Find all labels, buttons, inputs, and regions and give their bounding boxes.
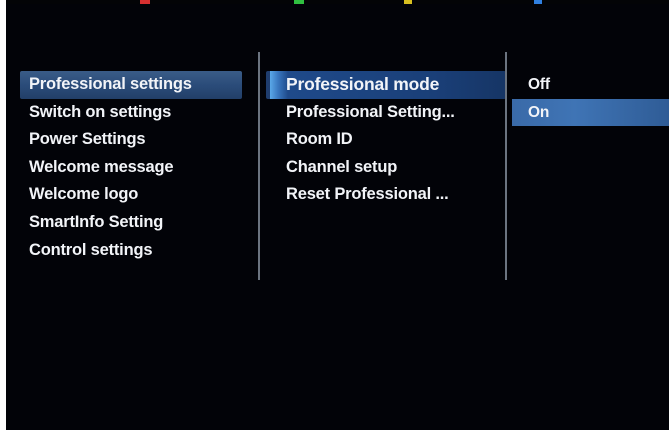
- column-divider-1: [258, 52, 260, 280]
- tv-screen: Professional settings Switch on settings…: [6, 0, 669, 430]
- menu-item-professional-setting[interactable]: Professional Setting...: [266, 99, 506, 127]
- option-on[interactable]: On: [512, 98, 669, 127]
- professional-mode-options: Off On: [512, 71, 669, 127]
- menu-item-reset-professional[interactable]: Reset Professional ...: [266, 181, 506, 209]
- menu-item-welcome-logo[interactable]: Welcome logo: [20, 181, 242, 209]
- menu-item-channel-setup[interactable]: Channel setup: [266, 154, 506, 182]
- menu-item-professional-settings[interactable]: Professional settings: [20, 71, 242, 99]
- color-key-strip: [6, 0, 669, 4]
- settings-category-list: Professional settings Switch on settings…: [20, 71, 242, 264]
- red-key-indicator: [140, 0, 150, 4]
- column-divider-2: [505, 52, 507, 280]
- blue-key-indicator: [534, 0, 542, 4]
- option-off[interactable]: Off: [512, 71, 669, 99]
- professional-settings-submenu: Professional mode Professional Setting..…: [266, 71, 506, 209]
- menu-item-smartinfo-setting[interactable]: SmartInfo Setting: [20, 209, 242, 237]
- menu-item-control-settings[interactable]: Control settings: [20, 237, 242, 265]
- menu-item-professional-mode[interactable]: Professional mode: [266, 71, 506, 99]
- yellow-key-indicator: [404, 0, 412, 4]
- menu-item-power-settings[interactable]: Power Settings: [20, 126, 242, 154]
- menu-item-welcome-message[interactable]: Welcome message: [20, 154, 242, 182]
- menu-item-switch-on-settings[interactable]: Switch on settings: [20, 99, 242, 127]
- menu-item-room-id[interactable]: Room ID: [266, 126, 506, 154]
- green-key-indicator: [294, 0, 304, 4]
